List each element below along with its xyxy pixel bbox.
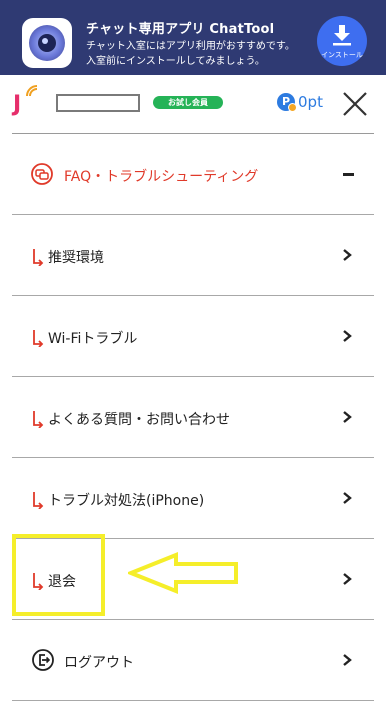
points-balance[interactable]: 0pt: [298, 93, 323, 111]
menu-item-label: Wi-Fiトラブル: [48, 331, 138, 347]
chevron-right-icon: [343, 411, 352, 423]
banner-desc-line1: チャット入室にはアプリ利用がおすすめです。: [86, 41, 295, 52]
sub-item-arrow-icon: [33, 330, 44, 347]
menu-item-recommended-env[interactable]: 推奨環境: [12, 215, 374, 296]
menu-item-iphone-trouble[interactable]: トラブル対処法(iPhone): [12, 458, 374, 539]
menu-item-logout[interactable]: ログアウト: [12, 620, 374, 701]
menu-faq-header[interactable]: FAQ・トラブルシューティング: [12, 134, 374, 215]
download-icon: [333, 25, 351, 46]
member-status-badge: お試し会員: [153, 96, 223, 109]
install-button[interactable]: インストール: [317, 16, 367, 66]
banner-desc-line2: 入室前にインストールしてみましょう。: [86, 56, 265, 67]
sub-item-arrow-icon: [33, 411, 44, 428]
logo-signal-icon: [26, 85, 38, 97]
site-logo[interactable]: J: [13, 92, 21, 117]
username-redacted: [56, 94, 140, 112]
collapse-minus-icon[interactable]: [343, 173, 354, 176]
annotation-arrow-icon: [128, 552, 238, 594]
menu-item-label: 推奨環境: [48, 250, 104, 266]
sub-item-arrow-icon: [33, 249, 44, 266]
banner-title: チャット専用アプリ ChatTool: [86, 22, 275, 37]
sub-item-arrow-icon: [33, 492, 44, 509]
menu-item-wifi-trouble[interactable]: Wi-Fiトラブル: [12, 296, 374, 377]
chevron-right-icon: [343, 654, 352, 666]
annotation-highlight-box: [12, 534, 105, 616]
close-menu-icon[interactable]: [342, 91, 368, 117]
chevron-right-icon: [343, 249, 352, 261]
chevron-right-icon: [343, 330, 352, 342]
chevron-right-icon: [343, 573, 352, 585]
points-icon: P: [277, 93, 297, 112]
banner-description: チャット入室にはアプリ利用がおすすめです。 入室前にインストールしてみましょう。: [86, 39, 316, 69]
menu-item-faq-contact[interactable]: よくある質問・お問い合わせ: [12, 377, 374, 458]
logout-icon: [32, 649, 54, 671]
chevron-right-icon: [343, 492, 352, 504]
menu-item-label: よくある質問・お問い合わせ: [48, 412, 230, 428]
app-install-banner: チャット専用アプリ ChatTool チャット入室にはアプリ利用がおすすめです。…: [0, 0, 386, 75]
site-header: J お試し会員 P 0pt: [0, 75, 386, 133]
logout-label: ログアウト: [64, 655, 134, 671]
faq-label: FAQ・トラブルシューティング: [64, 169, 259, 185]
faq-chat-icon: [31, 163, 53, 185]
menu-item-label: トラブル対処法(iPhone): [48, 493, 205, 509]
chattool-app-icon: [22, 18, 72, 68]
install-label: インストール: [321, 51, 363, 59]
